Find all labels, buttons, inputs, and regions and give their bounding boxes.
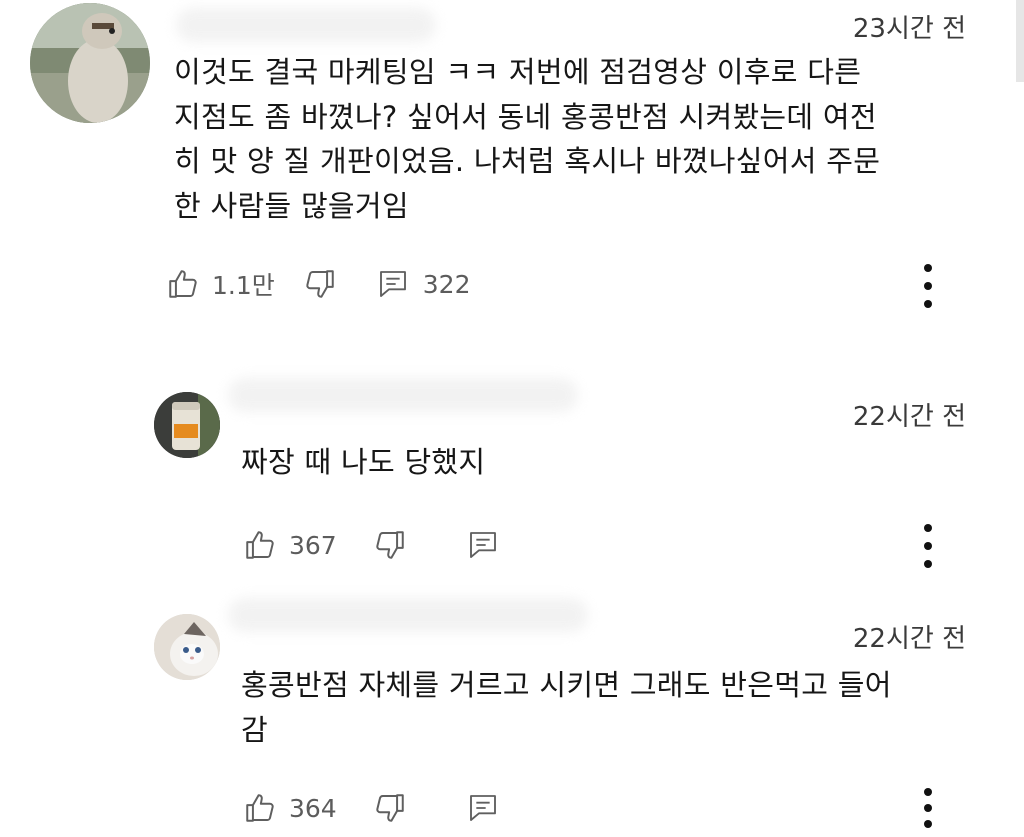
like-button[interactable]: 1.1만: [166, 266, 275, 302]
avatar[interactable]: [30, 3, 150, 123]
reply-comment-icon: [379, 271, 406, 297]
cat-photo-icon: [154, 614, 220, 680]
more-options-button[interactable]: [916, 264, 940, 308]
like-count: 364: [289, 793, 337, 823]
more-vertical-icon: [924, 788, 932, 796]
author-name-blurred[interactable]: [176, 8, 436, 42]
author-name-blurred[interactable]: [228, 378, 578, 412]
comment-actions: 364: [243, 788, 499, 828]
thumbs-down-icon: [376, 531, 404, 559]
like-button[interactable]: 364: [243, 791, 337, 825]
like-button[interactable]: 367: [243, 528, 337, 562]
thumbs-down-icon: [376, 794, 404, 822]
dislike-button[interactable]: [373, 528, 407, 562]
more-options-button[interactable]: [916, 524, 940, 568]
thumbs-up-icon: [246, 794, 274, 822]
dislike-button[interactable]: [373, 791, 407, 825]
more-vertical-icon: [924, 264, 932, 272]
comment-timestamp: 22시간 전: [852, 624, 966, 654]
avatar[interactable]: [154, 614, 220, 680]
reply-count: 322: [422, 269, 471, 299]
comment-text: 짜장 때 나도 당했지: [241, 445, 486, 479]
comment-timestamp: 23시간 전: [852, 14, 966, 44]
thumbs-up-icon: [246, 531, 274, 559]
comment-timestamp: 22시간 전: [852, 402, 966, 432]
comment-actions: 1.1만 322: [166, 264, 470, 304]
thumbs-up-icon: [169, 270, 197, 298]
thumbs-down-icon: [306, 270, 334, 298]
like-count: 1.1만: [212, 271, 275, 300]
comment-text: 홍콩반점 자체를 거르고 시키면 그래도 반은먹고 들어 감: [241, 668, 892, 747]
reply-comment-icon: [469, 795, 496, 821]
more-options-button[interactable]: [916, 788, 940, 828]
reply-comment-icon: [469, 532, 496, 558]
drink-can-photo-icon: [154, 392, 220, 458]
scroll-edge: [1016, 0, 1024, 82]
author-name-blurred[interactable]: [228, 598, 588, 632]
comment-text: 이것도 결국 마케팅임 ㅋㅋ 저번에 점검영상 이후로 다른 지점도 좀 바꼈나…: [174, 55, 881, 223]
reply-button[interactable]: [467, 792, 499, 824]
reply-button[interactable]: 322: [377, 268, 471, 300]
reply-button[interactable]: [467, 529, 499, 561]
avatar[interactable]: [154, 392, 220, 458]
more-vertical-icon: [924, 524, 932, 532]
like-count: 367: [289, 530, 337, 560]
dislike-button[interactable]: [303, 267, 337, 301]
bird-photo-icon: [30, 3, 150, 123]
comment-actions: 367: [243, 525, 499, 565]
